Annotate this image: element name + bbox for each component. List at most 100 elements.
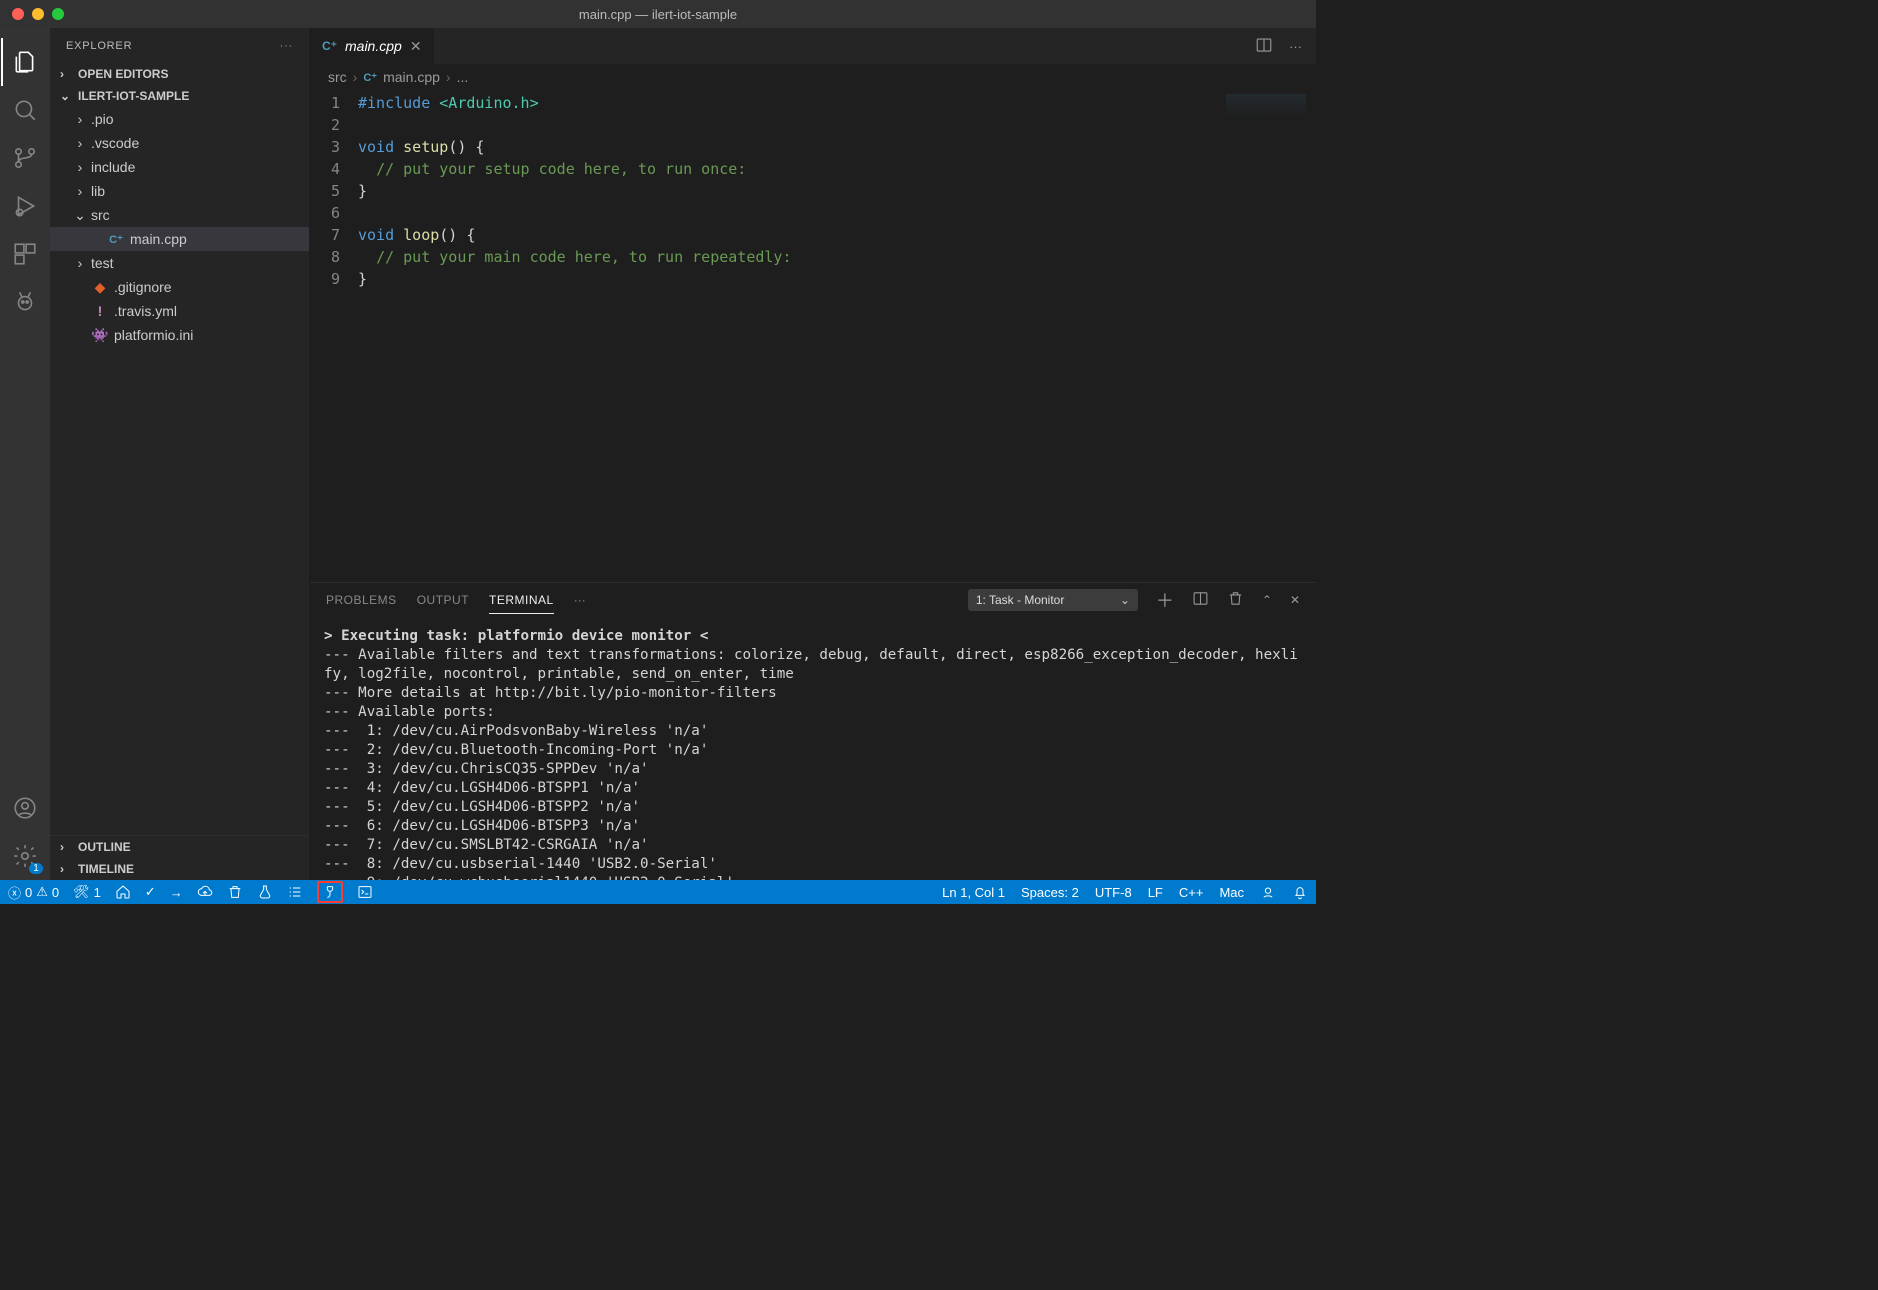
terminal-output[interactable]: > Executing task: platformio device moni… <box>310 617 1316 880</box>
tree-item[interactable]: ›include <box>50 155 309 179</box>
pio-home-icon[interactable] <box>115 884 131 900</box>
tree-item[interactable]: C⁺main.cpp <box>50 227 309 251</box>
window-minimize-button[interactable] <box>32 8 44 20</box>
activity-run-debug[interactable] <box>1 182 49 230</box>
status-cursor-pos[interactable]: Ln 1, Col 1 <box>942 885 1005 900</box>
chevron-right-icon: › <box>446 69 451 85</box>
line-number: 5 <box>310 180 340 202</box>
activity-settings[interactable]: 1 <box>1 832 49 880</box>
sidebar-header: EXPLORER ··· <box>50 28 309 63</box>
status-indent[interactable]: Spaces: 2 <box>1021 885 1079 900</box>
split-editor-icon[interactable] <box>1255 36 1273 57</box>
pio-clean-icon[interactable] <box>227 884 243 900</box>
tools-count: 1 <box>94 885 101 900</box>
tree-item[interactable]: ›test <box>50 251 309 275</box>
tree-item[interactable]: ›lib <box>50 179 309 203</box>
pio-serial-monitor-icon[interactable] <box>317 881 343 903</box>
terminal-line: --- Available ports: <box>324 703 1302 722</box>
section-timeline[interactable]: › TIMELINE <box>50 858 309 880</box>
warning-count: 0 <box>52 885 59 900</box>
platformio-icon <box>12 289 38 315</box>
chevron-right-icon: › <box>60 840 72 854</box>
project-label: ILERT-IOT-SAMPLE <box>78 89 189 103</box>
status-platform[interactable]: Mac <box>1219 885 1244 900</box>
tree-item-label: include <box>91 159 135 175</box>
maximize-panel-icon[interactable]: ⌃ <box>1262 593 1272 607</box>
activity-platformio[interactable] <box>1 278 49 326</box>
status-encoding[interactable]: UTF-8 <box>1095 885 1132 900</box>
yaml-file-icon: ! <box>91 303 109 319</box>
section-outline[interactable]: › OUTLINE <box>50 836 309 858</box>
line-number: 7 <box>310 224 340 246</box>
activity-search[interactable] <box>1 86 49 134</box>
window-maximize-button[interactable] <box>52 8 64 20</box>
window-controls <box>0 8 64 20</box>
terminal-line: --- 4: /dev/cu.LGSH4D06-BTSPP1 'n/a' <box>324 779 1302 798</box>
tree-item[interactable]: !.travis.yml <box>50 299 309 323</box>
code-line[interactable]: void setup() { <box>358 136 1316 158</box>
close-panel-icon[interactable]: ✕ <box>1290 593 1300 607</box>
code-editor[interactable]: 123456789 #include <Arduino.h> void setu… <box>310 90 1316 582</box>
feedback-icon[interactable] <box>1260 884 1276 900</box>
explorer-more-icon[interactable]: ··· <box>280 40 293 52</box>
chevron-down-icon: ⌄ <box>60 89 72 103</box>
code-line[interactable] <box>358 114 1316 136</box>
tree-item[interactable]: 👾platformio.ini <box>50 323 309 347</box>
breadcrumbs[interactable]: src › C⁺ main.cpp › ... <box>310 64 1316 90</box>
status-tools[interactable]: 🛠1 <box>73 884 101 900</box>
code-content[interactable]: #include <Arduino.h> void setup() { // p… <box>358 90 1316 582</box>
activity-extensions[interactable] <box>1 230 49 278</box>
editor-tab[interactable]: C⁺ main.cpp ✕ <box>310 28 435 64</box>
status-language[interactable]: C++ <box>1179 885 1204 900</box>
line-number: 6 <box>310 202 340 224</box>
new-terminal-icon[interactable]: ＋ <box>1156 587 1174 613</box>
activity-source-control[interactable] <box>1 134 49 182</box>
line-number-gutter: 123456789 <box>310 90 358 582</box>
activity-explorer[interactable] <box>1 38 49 86</box>
window-close-button[interactable] <box>12 8 24 20</box>
titlebar: main.cpp — ilert-iot-sample <box>0 0 1316 28</box>
panel-more-icon[interactable]: ··· <box>574 593 586 607</box>
cpp-file-icon: C⁺ <box>322 39 337 53</box>
panel-tab-problems[interactable]: PROBLEMS <box>326 587 397 613</box>
close-icon[interactable]: ✕ <box>410 38 422 55</box>
panel-tab-output[interactable]: OUTPUT <box>417 587 469 613</box>
notifications-icon[interactable] <box>1292 884 1308 900</box>
outline-label: OUTLINE <box>78 840 131 854</box>
breadcrumb-symbol[interactable]: ... <box>457 69 469 85</box>
pio-tasks-icon[interactable] <box>287 884 303 900</box>
open-editors-label: OPEN EDITORS <box>78 67 168 81</box>
panel-tab-terminal[interactable]: TERMINAL <box>489 587 554 614</box>
status-errors[interactable]: ⓧ0 ⚠0 <box>8 883 59 902</box>
pio-upload-icon[interactable]: → <box>170 885 183 900</box>
minimap[interactable] <box>1226 94 1306 124</box>
breadcrumb-file[interactable]: main.cpp <box>383 69 440 85</box>
pio-terminal-icon[interactable] <box>357 884 373 900</box>
pio-test-icon[interactable] <box>257 884 273 900</box>
tree-item[interactable]: ◆.gitignore <box>50 275 309 299</box>
code-line[interactable]: // put your setup code here, to run once… <box>358 158 1316 180</box>
code-line[interactable]: void loop() { <box>358 224 1316 246</box>
split-terminal-icon[interactable] <box>1192 590 1209 610</box>
code-line[interactable] <box>358 202 1316 224</box>
pio-remote-icon[interactable] <box>197 884 213 900</box>
more-actions-icon[interactable]: ··· <box>1289 39 1302 54</box>
tree-item[interactable]: ⌄src <box>50 203 309 227</box>
terminal-select[interactable]: 1: Task - Monitor <box>968 589 1138 611</box>
kill-terminal-icon[interactable] <box>1227 590 1244 610</box>
breadcrumb-folder[interactable]: src <box>328 69 347 85</box>
pio-build-icon[interactable]: ✓ <box>145 884 156 900</box>
search-icon <box>12 97 38 123</box>
code-line[interactable]: #include <Arduino.h> <box>358 92 1316 114</box>
terminal-line: --- 8: /dev/cu.usbserial-1440 'USB2.0-Se… <box>324 855 1302 874</box>
code-line[interactable]: // put your main code here, to run repea… <box>358 246 1316 268</box>
code-line[interactable]: } <box>358 180 1316 202</box>
section-open-editors[interactable]: › OPEN EDITORS <box>50 63 309 85</box>
section-project[interactable]: ⌄ ILERT-IOT-SAMPLE <box>50 85 309 107</box>
code-line[interactable]: } <box>358 268 1316 290</box>
line-number: 8 <box>310 246 340 268</box>
tree-item[interactable]: ›.pio <box>50 107 309 131</box>
activity-accounts[interactable] <box>1 784 49 832</box>
status-eol[interactable]: LF <box>1148 885 1163 900</box>
tree-item[interactable]: ›.vscode <box>50 131 309 155</box>
